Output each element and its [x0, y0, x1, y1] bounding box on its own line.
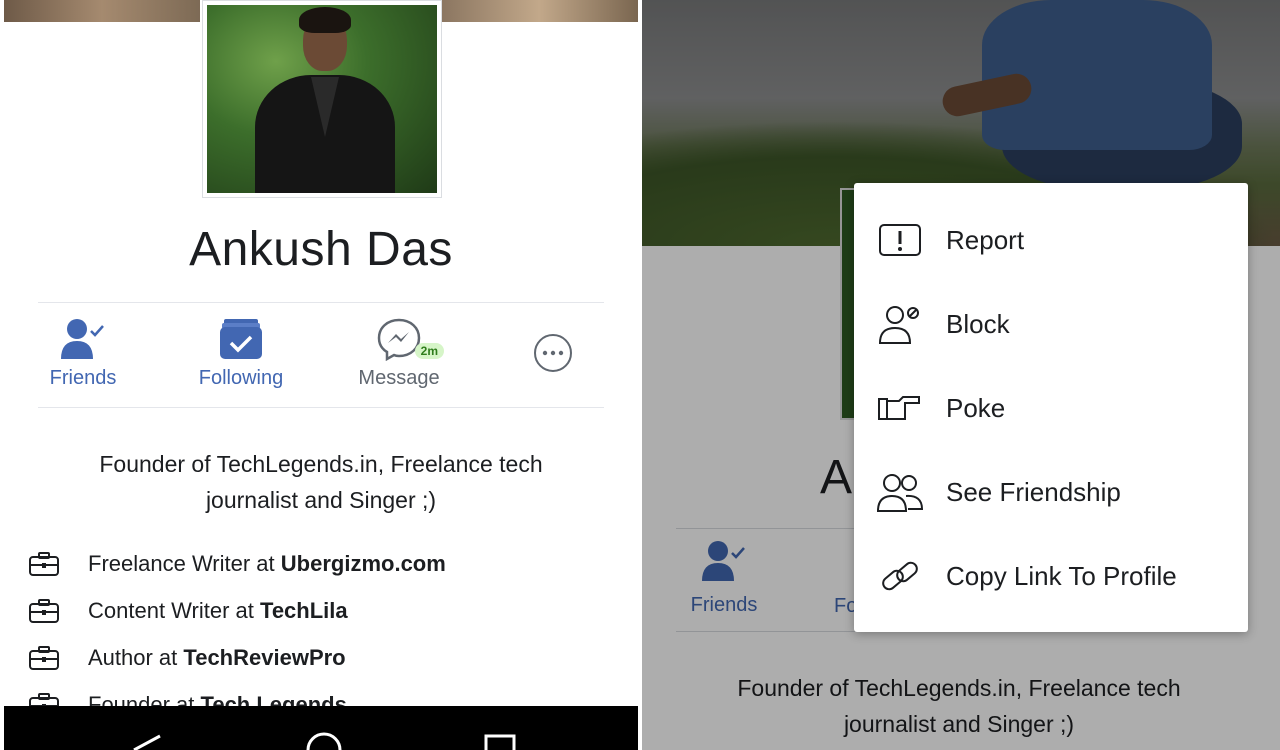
profile-options-menu: Report Block Poke See Friendship Copy Li… — [854, 183, 1248, 632]
block-icon — [878, 306, 919, 344]
friends-label: Friends — [49, 367, 117, 389]
left-profile-screen: Ankush Das Friends Following 2m Message … — [4, 0, 638, 750]
work-item[interactable]: Author at TechReviewPro — [28, 634, 628, 681]
friends-check-icon — [61, 319, 104, 359]
message-button[interactable]: 2m Message — [334, 313, 464, 390]
back-icon[interactable] — [128, 732, 168, 750]
poke-icon — [878, 396, 920, 420]
menu-item-label: Poke — [946, 392, 1006, 423]
cover-photo-left — [4, 0, 200, 22]
menu-item-copy-link[interactable]: Copy Link To Profile — [854, 534, 1248, 618]
briefcase-icon — [29, 551, 59, 576]
profile-picture-image — [207, 5, 437, 193]
work-role: Content Writer at — [88, 597, 254, 623]
work-role: Author at — [88, 644, 178, 670]
profile-action-bar: Friends Following 2m Message — [38, 302, 604, 408]
menu-item-label: Copy Link To Profile — [946, 560, 1177, 591]
bio-line-2: journalist and Singer ;) — [205, 487, 437, 513]
work-item[interactable]: Freelance Writer at Ubergizmo.com — [28, 540, 628, 587]
menu-item-see-friendship[interactable]: See Friendship — [854, 450, 1248, 534]
menu-item-label: See Friendship — [946, 476, 1121, 507]
menu-item-report[interactable]: Report — [854, 198, 1248, 282]
following-icon — [220, 319, 262, 359]
friends-button[interactable]: Friends — [18, 313, 148, 390]
menu-item-block[interactable]: Block — [854, 282, 1248, 366]
link-icon — [882, 561, 918, 591]
more-icon — [534, 334, 572, 372]
work-list: Freelance Writer at Ubergizmo.com Conten… — [28, 540, 628, 728]
work-org[interactable]: TechLila — [260, 598, 348, 624]
briefcase-icon — [29, 598, 59, 623]
work-org[interactable]: TechReviewPro — [183, 645, 345, 671]
right-profile-screen-with-menu: A Friends Fo Founder of TechLegends.in, … — [642, 0, 1280, 750]
profile-picture[interactable] — [202, 0, 442, 198]
home-icon[interactable] — [304, 732, 344, 750]
work-item[interactable]: Content Writer at TechLila — [28, 587, 628, 634]
following-label: Following — [198, 367, 284, 389]
profile-bio: Founder of TechLegends.in, Freelance tec… — [64, 446, 578, 518]
android-nav-bar — [4, 706, 638, 750]
profile-name: Ankush Das — [189, 223, 453, 276]
bio-line-1: Founder of TechLegends.in, Freelance tec… — [99, 451, 543, 477]
menu-item-poke[interactable]: Poke — [854, 366, 1248, 450]
following-button[interactable]: Following — [176, 313, 306, 390]
more-options-button[interactable] — [528, 333, 578, 378]
work-role: Freelance Writer at — [88, 550, 275, 576]
report-icon — [879, 224, 921, 256]
menu-item-label: Report — [946, 224, 1025, 255]
briefcase-icon — [29, 645, 59, 670]
see-friendship-icon — [876, 474, 924, 512]
work-org[interactable]: Ubergizmo.com — [281, 551, 446, 577]
cover-photo-right — [440, 0, 638, 22]
recent-apps-icon[interactable] — [480, 732, 520, 750]
menu-item-label: Block — [946, 308, 1010, 339]
message-label: Message — [358, 367, 440, 389]
message-time-badge: 2m — [414, 343, 444, 359]
